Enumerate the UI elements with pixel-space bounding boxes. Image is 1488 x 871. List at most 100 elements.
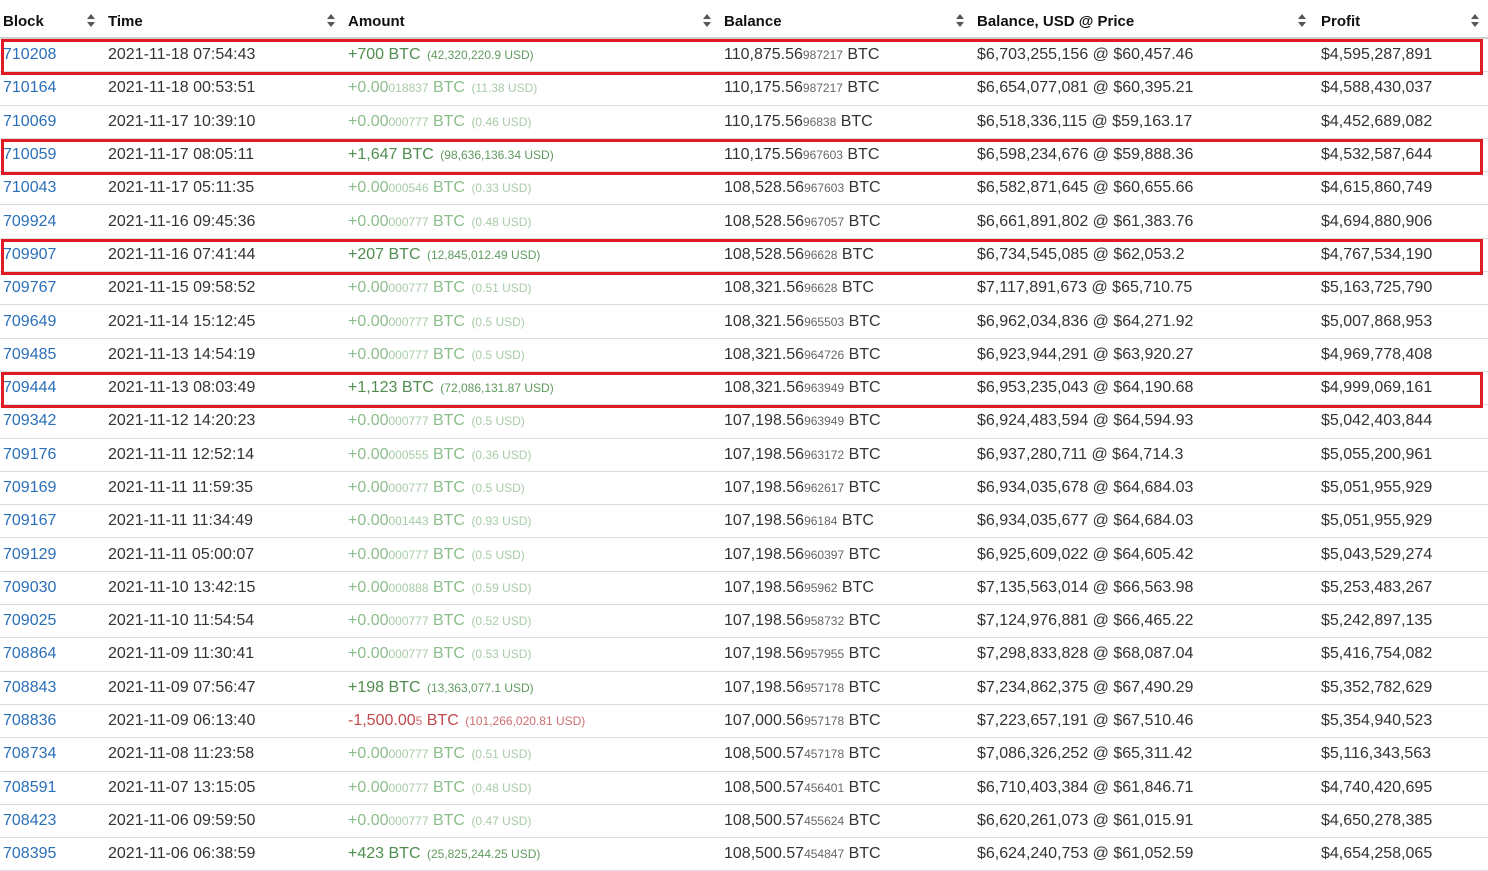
profit-cell: $5,043,529,274 bbox=[1315, 537, 1488, 572]
sort-icon[interactable] bbox=[87, 14, 96, 28]
balance-cell: 108,528.56967057 BTC bbox=[720, 204, 973, 239]
amount-main: +0.00 bbox=[348, 778, 389, 796]
balance-cell: 108,321.56965503 BTC bbox=[720, 304, 973, 339]
block-link[interactable]: 708734 bbox=[3, 745, 56, 762]
sort-icon[interactable] bbox=[327, 14, 336, 28]
time-cell: 2021-11-17 05:11:35 bbox=[104, 171, 344, 206]
column-header-amount[interactable]: Amount bbox=[344, 5, 720, 39]
balance-main: 107,198.56 bbox=[724, 678, 805, 696]
balance-cell: 110,875.56987217 BTC bbox=[720, 38, 973, 73]
block-link[interactable]: 709129 bbox=[3, 546, 56, 563]
balance-fraction: 958732 bbox=[804, 614, 845, 629]
amount-main: +207 bbox=[348, 245, 385, 263]
time-cell: 2021-11-13 14:54:19 bbox=[104, 338, 344, 372]
amount-fraction: 001443 bbox=[388, 514, 429, 529]
block-link[interactable]: 708836 bbox=[3, 712, 56, 729]
time-cell: 2021-11-18 07:54:43 bbox=[104, 38, 344, 73]
profit-cell: $5,055,200,961 bbox=[1315, 438, 1488, 472]
block-link[interactable]: 708395 bbox=[3, 845, 56, 862]
column-header-balance-usd[interactable]: Balance, USD @ Price bbox=[973, 5, 1315, 39]
time-cell: 2021-11-11 11:34:49 bbox=[104, 504, 344, 539]
block-link[interactable]: 710164 bbox=[3, 79, 56, 96]
block-link[interactable]: 709030 bbox=[3, 579, 56, 596]
balance-cell: 107,198.56958732 BTC bbox=[720, 604, 973, 639]
balance-cell: 107,198.5696184 BTC bbox=[720, 504, 973, 539]
balance-fraction: 957178 bbox=[804, 714, 845, 729]
block-link[interactable]: 709025 bbox=[3, 612, 56, 629]
amount-cell: +0.00001443 BTC (0.93 USD) bbox=[344, 504, 720, 539]
balance-cell: 108,528.56967603 BTC bbox=[720, 171, 973, 206]
block-link[interactable]: 708843 bbox=[3, 679, 56, 696]
balance-cell: 110,175.5696838 BTC bbox=[720, 105, 973, 139]
amount-main: +1,647 bbox=[348, 146, 398, 164]
balance-cell: 107,198.56962617 BTC bbox=[720, 471, 973, 506]
balance-cell: 108,500.57457178 BTC bbox=[720, 737, 973, 772]
block-cell: 710059 bbox=[0, 138, 104, 173]
balance-main: 108,500.57 bbox=[724, 745, 805, 763]
amount-main: +0.00 bbox=[348, 545, 389, 563]
balance-unit: BTC bbox=[842, 79, 880, 97]
amount-unit: BTC bbox=[384, 46, 421, 64]
block-link[interactable]: 710069 bbox=[3, 113, 56, 130]
table-body: 710208 2021-11-18 07:54:43 +700 BTC (42,32… bbox=[0, 38, 1488, 871]
sort-icon[interactable] bbox=[1298, 14, 1307, 28]
amount-usd: (0.48 USD) bbox=[471, 214, 532, 229]
sort-icon[interactable] bbox=[956, 14, 965, 28]
column-header-profit[interactable]: Profit bbox=[1315, 5, 1488, 39]
balance-usd-cell: $7,135,563,014 @ $66,563.98 bbox=[973, 571, 1315, 606]
amount-cell: +198 BTC (13,363,077.1 USD) bbox=[344, 671, 720, 705]
sort-icon[interactable] bbox=[1471, 14, 1480, 28]
column-header-label: Balance, USD @ Price bbox=[977, 12, 1135, 30]
time-cell: 2021-11-09 11:30:41 bbox=[104, 637, 344, 672]
block-link[interactable]: 709767 bbox=[3, 279, 56, 296]
block-link[interactable]: 709167 bbox=[3, 512, 56, 529]
time-cell: 2021-11-06 09:59:50 bbox=[104, 804, 344, 839]
block-link[interactable]: 710208 bbox=[3, 46, 56, 63]
balance-main: 107,198.56 bbox=[724, 479, 805, 496]
column-header-block[interactable]: Block bbox=[0, 5, 104, 39]
balance-usd-cell: $6,924,483,594 @ $64,594.93 bbox=[973, 404, 1315, 439]
block-link[interactable]: 709176 bbox=[3, 446, 56, 463]
amount-usd: (42,320,220.9 USD) bbox=[426, 48, 534, 63]
block-link[interactable]: 709649 bbox=[3, 313, 56, 330]
amount-unit: BTC bbox=[428, 612, 465, 630]
balance-usd-cell: $6,654,077,081 @ $60,395.21 bbox=[973, 71, 1315, 106]
block-link[interactable]: 710059 bbox=[3, 146, 56, 163]
amount-cell: +423 BTC (25,825,244.25 USD) bbox=[344, 837, 720, 871]
balance-cell: 107,198.56963949 BTC bbox=[720, 404, 973, 439]
balance-cell: 108,321.5696628 BTC bbox=[720, 271, 973, 306]
column-header-time[interactable]: Time bbox=[104, 5, 344, 39]
balance-cell: 108,500.57456401 BTC bbox=[720, 771, 973, 805]
column-header-balance[interactable]: Balance bbox=[720, 5, 973, 39]
column-header-label: Amount bbox=[348, 12, 405, 30]
amount-unit: BTC bbox=[384, 678, 421, 696]
header-row: Block Time Amount Balance Balance, USD @… bbox=[0, 5, 1488, 39]
block-link[interactable]: 709169 bbox=[3, 479, 56, 496]
block-link[interactable]: 709924 bbox=[3, 213, 56, 230]
balance-usd-cell: $7,223,657,191 @ $67,510.46 bbox=[973, 704, 1315, 739]
profit-cell: $5,253,483,267 bbox=[1315, 571, 1488, 606]
table-row: 708395 2021-11-06 06:38:59 +423 BTC (25,82… bbox=[0, 837, 1488, 871]
balance-cell: 107,198.56957178 BTC bbox=[720, 671, 973, 705]
amount-fraction: 000777 bbox=[388, 481, 429, 495]
time-cell: 2021-11-11 11:59:35 bbox=[104, 471, 344, 506]
block-link[interactable]: 708423 bbox=[3, 812, 56, 829]
balance-usd-cell: $6,620,261,073 @ $61,015.91 bbox=[973, 804, 1315, 839]
balance-fraction: 957178 bbox=[804, 680, 845, 695]
table-row: 708843 2021-11-09 07:56:47 +198 BTC (13,36… bbox=[0, 671, 1488, 705]
amount-cell: +1,647 BTC (98,636,136.34 USD) bbox=[344, 138, 720, 173]
block-link[interactable]: 710043 bbox=[3, 179, 56, 196]
block-link[interactable]: 709907 bbox=[3, 246, 56, 263]
block-link[interactable]: 708864 bbox=[3, 645, 56, 662]
balance-cell: 110,175.56987217 BTC bbox=[720, 71, 973, 106]
block-link[interactable]: 708591 bbox=[3, 779, 56, 796]
block-link[interactable]: 709444 bbox=[3, 379, 56, 396]
table-row: 708591 2021-11-07 13:15:05 +0.00000777 BTC… bbox=[0, 771, 1488, 805]
amount-unit: BTC bbox=[428, 479, 465, 496]
amount-cell: +1,123 BTC (72,086,131.87 USD) bbox=[344, 371, 720, 406]
block-link[interactable]: 709342 bbox=[3, 412, 56, 429]
block-link[interactable]: 709485 bbox=[3, 346, 56, 363]
amount-usd: (0.51 USD) bbox=[471, 747, 532, 762]
balance-unit: BTC bbox=[844, 545, 881, 563]
sort-icon[interactable] bbox=[703, 14, 712, 28]
